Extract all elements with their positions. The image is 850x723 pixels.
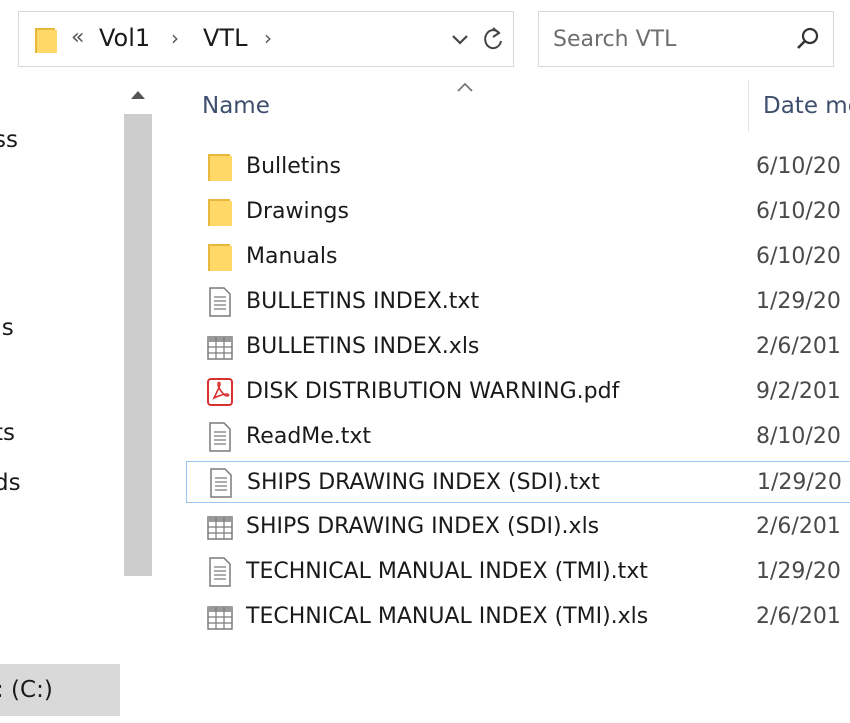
file-date-modified: 2/6/201 bbox=[756, 514, 841, 539]
file-name: ReadMe.txt bbox=[246, 424, 372, 449]
navigation-pane: ss :s ts ds : (C:) bbox=[0, 80, 158, 723]
file-name: Bulletins bbox=[246, 154, 341, 179]
spreadsheet-file-icon bbox=[206, 601, 234, 633]
file-row[interactable]: SHIPS DRAWING INDEX (SDI).txt 1/29/20 bbox=[186, 461, 850, 503]
file-date-modified: 2/6/201 bbox=[756, 334, 841, 359]
search-box[interactable] bbox=[538, 11, 834, 67]
file-name: DISK DISTRIBUTION WARNING.pdf bbox=[246, 379, 620, 404]
nav-item[interactable]: ds bbox=[0, 467, 21, 499]
file-date-modified: 8/10/20 bbox=[756, 424, 841, 449]
file-row[interactable]: SHIPS DRAWING INDEX (SDI).xls 2/6/201 bbox=[186, 506, 850, 548]
breadcrumb-vtl[interactable]: VTL bbox=[203, 22, 247, 54]
file-row[interactable]: DISK DISTRIBUTION WARNING.pdf 9/2/201 bbox=[186, 371, 850, 413]
nav-item[interactable]: ss bbox=[0, 124, 18, 156]
file-name: Drawings bbox=[246, 199, 349, 224]
spreadsheet-file-icon bbox=[206, 331, 234, 363]
file-date-modified: 1/29/20 bbox=[756, 559, 841, 584]
search-icon[interactable] bbox=[795, 26, 821, 52]
file-list: Name Date mo Bulletins 6/10/20 Drawings 6/1… bbox=[180, 80, 850, 723]
file-name: SHIPS DRAWING INDEX (SDI).xls bbox=[246, 514, 600, 539]
file-row[interactable]: ReadMe.txt 8/10/20 bbox=[186, 416, 850, 458]
file-date-modified: 2/6/201 bbox=[756, 604, 841, 629]
file-date-modified: 9/2/201 bbox=[756, 379, 841, 404]
spreadsheet-file-icon bbox=[206, 511, 234, 543]
sort-ascending-icon bbox=[457, 82, 473, 92]
file-name: TECHNICAL MANUAL INDEX (TMI).txt bbox=[246, 559, 648, 584]
chevron-down-icon[interactable] bbox=[449, 26, 471, 52]
breadcrumb-overflow[interactable]: « bbox=[71, 22, 84, 54]
file-date-modified: 1/29/20 bbox=[756, 289, 841, 314]
text-file-icon bbox=[206, 556, 234, 588]
column-divider[interactable] bbox=[748, 80, 749, 132]
folder-icon bbox=[35, 28, 57, 53]
folder-icon bbox=[206, 151, 234, 183]
text-file-icon bbox=[206, 421, 234, 453]
file-row[interactable]: TECHNICAL MANUAL INDEX (TMI).txt 1/29/20 bbox=[186, 551, 850, 593]
file-date-modified: 6/10/20 bbox=[756, 199, 841, 224]
chevron-up-icon[interactable] bbox=[127, 84, 149, 106]
breadcrumb-separator[interactable]: › bbox=[264, 22, 272, 54]
nav-item[interactable]: ts bbox=[0, 417, 15, 449]
folder-icon bbox=[206, 241, 234, 273]
folder-icon bbox=[206, 196, 234, 228]
file-explorer-window: « Vol1 › VTL › ss :s ts ds : (C:) bbox=[0, 0, 850, 723]
search-input[interactable] bbox=[553, 22, 773, 56]
file-date-modified: 1/29/20 bbox=[757, 470, 842, 495]
nav-item-local-disk[interactable]: : (C:) bbox=[0, 664, 120, 716]
column-header-date-modified[interactable]: Date mo bbox=[763, 90, 850, 122]
scroll-thumb[interactable] bbox=[124, 114, 152, 576]
refresh-icon[interactable] bbox=[479, 24, 507, 54]
file-row[interactable]: BULLETINS INDEX.xls 2/6/201 bbox=[186, 326, 850, 368]
file-date-modified: 6/10/20 bbox=[756, 244, 841, 269]
file-name: Manuals bbox=[246, 244, 338, 269]
nav-scrollbar[interactable] bbox=[120, 80, 156, 723]
address-bar[interactable]: « Vol1 › VTL › bbox=[18, 11, 514, 67]
nav-item-label: : (C:) bbox=[0, 677, 53, 703]
nav-item[interactable]: :s bbox=[0, 312, 14, 344]
pdf-file-icon bbox=[206, 376, 234, 408]
file-row[interactable]: Drawings 6/10/20 bbox=[186, 191, 850, 233]
file-date-modified: 6/10/20 bbox=[756, 154, 841, 179]
file-row[interactable]: TECHNICAL MANUAL INDEX (TMI).xls 2/6/201 bbox=[186, 596, 850, 638]
file-row[interactable]: Manuals 6/10/20 bbox=[186, 236, 850, 278]
text-file-icon bbox=[207, 467, 235, 499]
breadcrumb-vol1[interactable]: Vol1 bbox=[99, 22, 150, 54]
file-row[interactable]: Bulletins 6/10/20 bbox=[186, 146, 850, 188]
file-row[interactable]: BULLETINS INDEX.txt 1/29/20 bbox=[186, 281, 850, 323]
file-name: SHIPS DRAWING INDEX (SDI).txt bbox=[247, 470, 600, 495]
breadcrumb-separator[interactable]: › bbox=[171, 22, 179, 54]
file-name: BULLETINS INDEX.xls bbox=[246, 334, 480, 359]
text-file-icon bbox=[206, 286, 234, 318]
column-header-name[interactable]: Name bbox=[202, 90, 270, 122]
file-name: TECHNICAL MANUAL INDEX (TMI).xls bbox=[246, 604, 649, 629]
file-name: BULLETINS INDEX.txt bbox=[246, 289, 480, 314]
